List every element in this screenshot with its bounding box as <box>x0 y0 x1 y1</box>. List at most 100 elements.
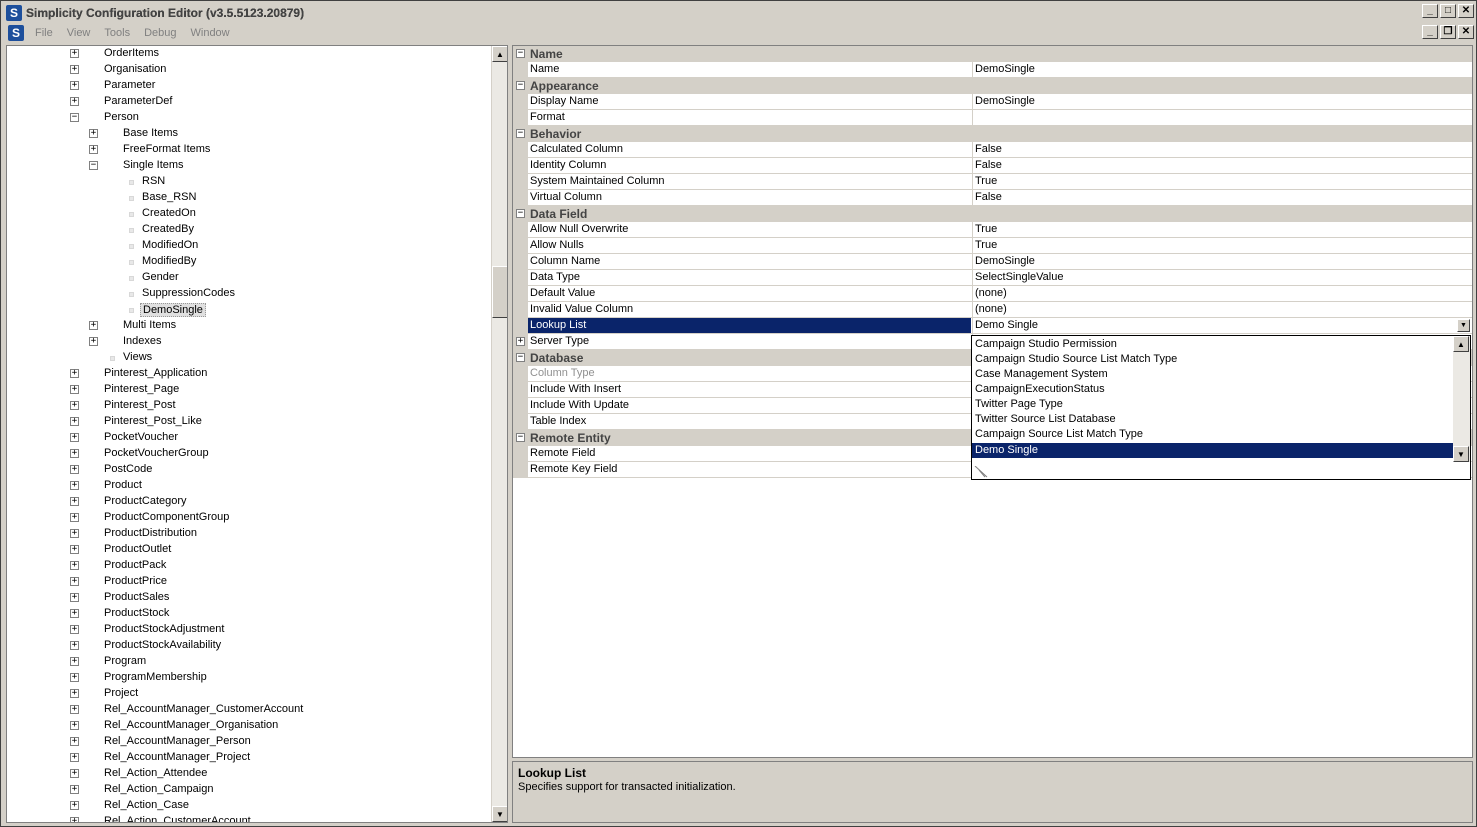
menu-file[interactable]: File <box>28 27 60 39</box>
tree-item[interactable]: + Pinterest_Page <box>7 382 491 398</box>
collapse-icon[interactable]: − <box>89 161 98 170</box>
mdi-restore-button[interactable]: ❐ <box>1440 25 1456 39</box>
property-row[interactable]: Virtual Column False <box>513 190 1472 206</box>
expand-icon[interactable]: + <box>70 513 79 522</box>
dropdown-option[interactable]: Twitter Source List Database <box>972 412 1453 427</box>
tree-item[interactable]: + Rel_Action_Attendee <box>7 766 491 782</box>
expand-icon[interactable]: + <box>70 641 79 650</box>
tree-scrollbar[interactable]: ▲ ▼ <box>491 46 507 822</box>
expand-icon[interactable]: + <box>70 753 79 762</box>
tree-item[interactable]: + PocketVoucher <box>7 430 491 446</box>
expand-icon[interactable]: + <box>70 705 79 714</box>
property-value[interactable]: True <box>975 175 997 187</box>
tree-item[interactable]: + ProgramMembership <box>7 670 491 686</box>
minimize-button[interactable]: _ <box>1422 4 1438 18</box>
scroll-up-icon[interactable]: ▲ <box>1453 336 1469 352</box>
column-divider[interactable] <box>972 158 973 174</box>
expand-icon[interactable]: + <box>70 49 79 58</box>
expand-icon[interactable]: + <box>70 769 79 778</box>
expand-icon[interactable]: + <box>70 625 79 634</box>
tree-item[interactable]: − Single Items <box>7 158 491 174</box>
tree-item[interactable]: + Project <box>7 686 491 702</box>
column-divider[interactable] <box>972 222 973 238</box>
tree-item[interactable]: + OrderItems <box>7 46 491 62</box>
property-row[interactable]: Name DemoSingle <box>513 62 1472 78</box>
column-divider[interactable] <box>972 62 973 78</box>
property-row[interactable]: Column Name DemoSingle <box>513 254 1472 270</box>
property-value[interactable]: DemoSingle <box>975 95 1035 107</box>
menu-tools[interactable]: Tools <box>97 27 137 39</box>
column-divider[interactable] <box>972 286 973 302</box>
tree-item[interactable]: DemoSingle <box>7 302 491 318</box>
property-value[interactable]: Demo Single <box>975 319 1038 331</box>
tree-item[interactable]: + Rel_AccountManager_CustomerAccount <box>7 702 491 718</box>
expand-icon[interactable]: + <box>70 401 79 410</box>
tree-item[interactable]: + Program <box>7 654 491 670</box>
column-divider[interactable] <box>972 318 973 334</box>
column-divider[interactable] <box>972 94 973 110</box>
dropdown-option[interactable]: Case Management System <box>972 367 1453 382</box>
tree-item[interactable]: + ProductDistribution <box>7 526 491 542</box>
tree-item[interactable]: + ProductSales <box>7 590 491 606</box>
menu-debug[interactable]: Debug <box>137 27 183 39</box>
tree-item[interactable]: + Product <box>7 478 491 494</box>
expand-icon[interactable]: + <box>70 737 79 746</box>
tree-item[interactable]: CreatedBy <box>7 222 491 238</box>
column-divider[interactable] <box>972 302 973 318</box>
tree-item[interactable]: + Multi Items <box>7 318 491 334</box>
property-row[interactable]: Default Value (none) <box>513 286 1472 302</box>
tree-item[interactable]: + PostCode <box>7 462 491 478</box>
collapse-icon[interactable]: − <box>516 81 525 90</box>
tree-item[interactable]: RSN <box>7 174 491 190</box>
column-divider[interactable] <box>972 238 973 254</box>
tree-item[interactable]: ModifiedBy <box>7 254 491 270</box>
property-row[interactable]: Display Name DemoSingle <box>513 94 1472 110</box>
collapse-icon[interactable]: − <box>516 129 525 138</box>
tree-item[interactable]: Gender <box>7 270 491 286</box>
tree-item[interactable]: + Parameter <box>7 78 491 94</box>
lookup-list-dropdown[interactable]: ▲ ▼ Campaign Studio Permission Campaign S… <box>971 335 1471 480</box>
column-divider[interactable] <box>972 110 973 126</box>
resize-grip-icon[interactable] <box>974 466 988 478</box>
property-row[interactable]: Allow Nulls True <box>513 238 1472 254</box>
tree-item[interactable]: − Person <box>7 110 491 126</box>
expand-icon[interactable]: + <box>70 497 79 506</box>
expand-icon[interactable]: + <box>516 337 525 346</box>
scroll-down-icon[interactable]: ▼ <box>492 806 507 822</box>
property-category[interactable]: − Name <box>513 46 1472 62</box>
expand-icon[interactable]: + <box>70 65 79 74</box>
expand-icon[interactable]: + <box>70 689 79 698</box>
column-divider[interactable] <box>972 254 973 270</box>
tree-item[interactable]: + Pinterest_Post_Like <box>7 414 491 430</box>
dropdown-option[interactable]: Campaign Source List Match Type <box>972 427 1453 442</box>
dropdown-option[interactable]: Campaign Studio Permission <box>972 337 1453 352</box>
property-value[interactable]: SelectSingleValue <box>975 271 1063 283</box>
scroll-thumb[interactable] <box>492 266 507 318</box>
tree-item[interactable]: + ProductCategory <box>7 494 491 510</box>
tree-item[interactable]: + ProductStockAdjustment <box>7 622 491 638</box>
tree-item[interactable]: + Organisation <box>7 62 491 78</box>
close-button[interactable]: ✕ <box>1458 4 1474 18</box>
tree-item[interactable]: + ProductComponentGroup <box>7 510 491 526</box>
tree-item[interactable]: Views <box>7 350 491 366</box>
expand-icon[interactable]: + <box>70 449 79 458</box>
expand-icon[interactable]: + <box>89 337 98 346</box>
property-row[interactable]: Invalid Value Column (none) <box>513 302 1472 318</box>
property-row[interactable]: Lookup List Demo Single ▼ <box>513 318 1472 334</box>
tree-item[interactable]: + Rel_AccountManager_Organisation <box>7 718 491 734</box>
column-divider[interactable] <box>972 174 973 190</box>
expand-icon[interactable]: + <box>70 81 79 90</box>
property-row[interactable]: Calculated Column False <box>513 142 1472 158</box>
tree-item[interactable]: + ProductPrice <box>7 574 491 590</box>
expand-icon[interactable]: + <box>70 673 79 682</box>
dropdown-arrow-icon[interactable]: ▼ <box>1457 319 1470 332</box>
tree-item[interactable]: + Base Items <box>7 126 491 142</box>
expand-icon[interactable]: + <box>70 785 79 794</box>
property-value[interactable]: True <box>975 239 997 251</box>
tree-item[interactable]: + ProductPack <box>7 558 491 574</box>
property-value[interactable]: DemoSingle <box>975 255 1035 267</box>
dropdown-option[interactable]: Twitter Page Type <box>972 397 1453 412</box>
menu-view[interactable]: View <box>60 27 98 39</box>
expand-icon[interactable]: + <box>70 801 79 810</box>
tree-item[interactable]: + Indexes <box>7 334 491 350</box>
